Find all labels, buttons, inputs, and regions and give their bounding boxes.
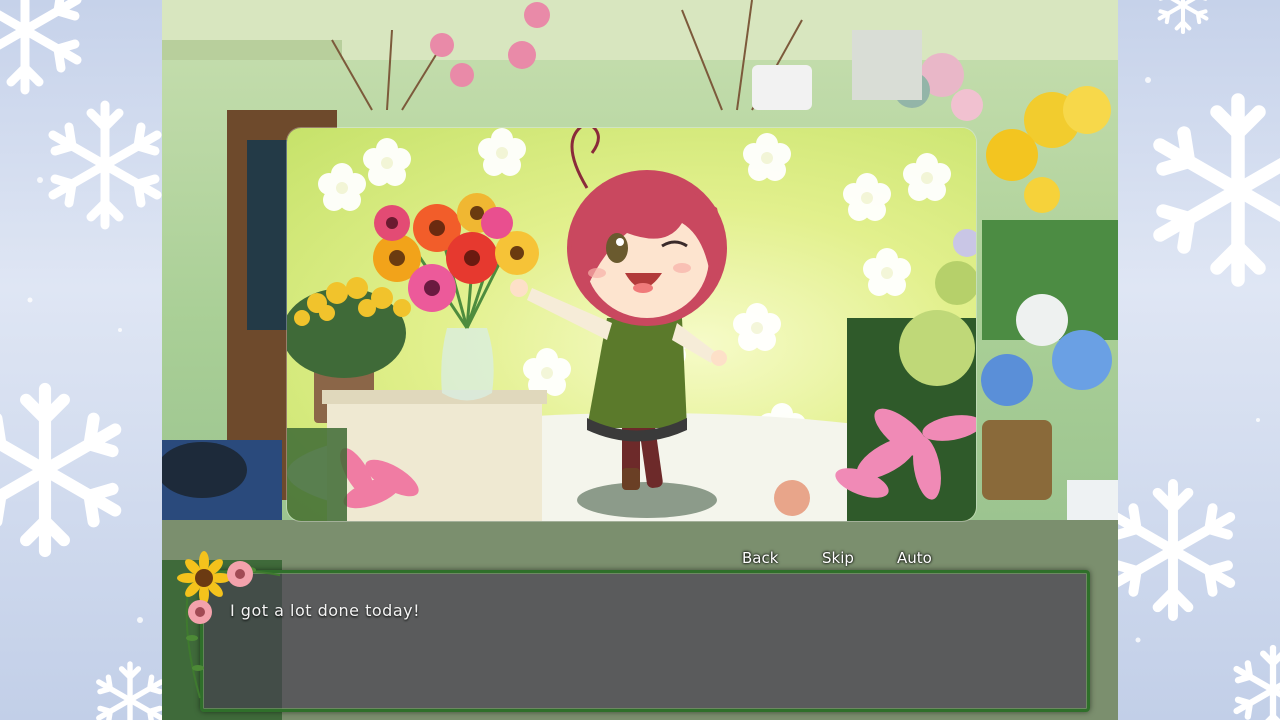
game-screen: Back Skip Auto I got a lot done today! [0, 0, 1280, 720]
back-button[interactable]: Back [730, 547, 790, 569]
snowflake-icon [1160, 100, 1280, 280]
left-snow-panel [0, 0, 162, 720]
snowflake-icon [1160, 0, 1207, 32]
cg-illustration [287, 128, 976, 521]
snowflake-icon [0, 389, 115, 551]
snowflake-icon [1237, 648, 1280, 720]
dialogue-text: I got a lot done today! [230, 601, 421, 620]
snowflake-icon [99, 664, 161, 720]
snowflake-icon [53, 105, 157, 225]
snowflake-icon [1118, 484, 1230, 616]
skip-button[interactable]: Skip [810, 547, 866, 569]
sunflower-icon [177, 551, 280, 699]
right-snow-panel [1118, 0, 1280, 720]
dialogue-box[interactable] [200, 570, 1090, 712]
snowflake-icon [0, 0, 77, 90]
event-cg [287, 128, 976, 521]
snowflake-pattern [0, 0, 162, 720]
snowflake-pattern [1118, 0, 1280, 720]
auto-button[interactable]: Auto [885, 547, 944, 569]
